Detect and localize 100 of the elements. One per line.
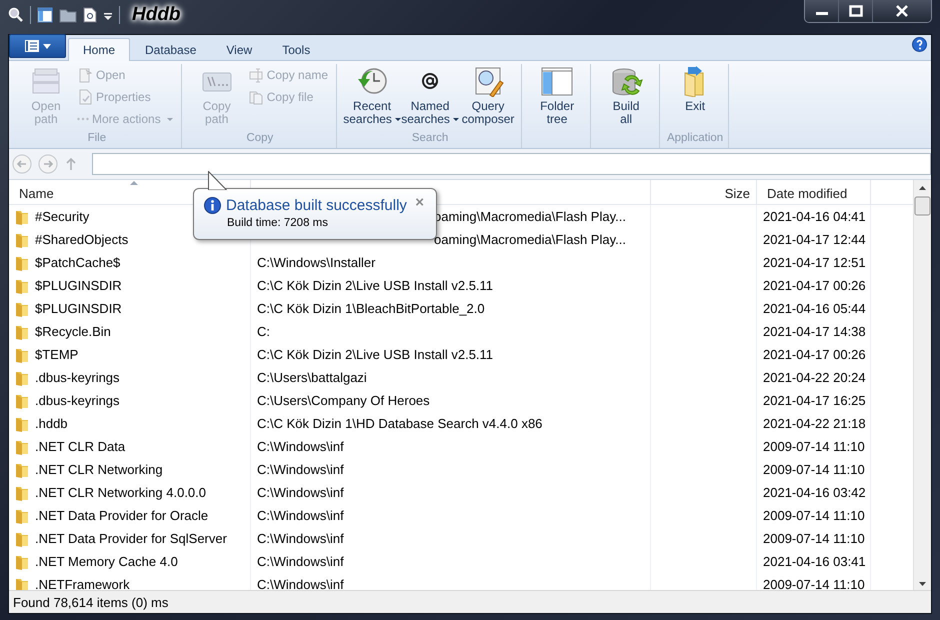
document-search-icon[interactable] xyxy=(83,7,97,23)
folder-icon xyxy=(15,508,29,524)
table-cell: C:\Windows\Installer xyxy=(257,255,376,270)
table-cell: oaming\Macromedia\Flash Play... xyxy=(434,232,626,247)
table-cell: #Security xyxy=(35,209,90,224)
table-cell: 2021-04-16 04:41 xyxy=(763,209,866,224)
table-cell: C:\Users\Company Of Heroes xyxy=(257,393,430,408)
table-cell: 2021-04-16 03:41 xyxy=(763,554,866,569)
ribbon-button[interactable]: Named searches xyxy=(401,64,460,132)
info-icon xyxy=(204,197,221,214)
ribbon-button[interactable]: Build all xyxy=(597,64,656,132)
table-cell: 2009-07-14 11:10 xyxy=(763,462,865,477)
close-icon xyxy=(895,5,909,17)
ellipsis-icon xyxy=(77,117,89,121)
folder-icon xyxy=(15,346,29,362)
column-header[interactable]: Name xyxy=(19,186,54,201)
folder-icon xyxy=(15,300,29,316)
table-cell: 2021-04-17 12:44 xyxy=(763,232,866,247)
table-cell: .dbus-keyrings xyxy=(35,393,120,408)
documents-icon xyxy=(248,89,264,105)
folder-icon xyxy=(15,416,29,432)
group-label: Search xyxy=(410,132,450,146)
table-cell: 2021-04-17 00:26 xyxy=(763,347,866,362)
ribbon-button[interactable]: Exit xyxy=(666,64,724,132)
group-label: Application xyxy=(666,132,724,146)
ribbon-tab[interactable]: Tools xyxy=(267,38,326,61)
folder-icon[interactable] xyxy=(59,7,77,23)
maximize-button[interactable] xyxy=(838,0,872,22)
maximize-icon xyxy=(848,5,862,17)
table-cell: $PLUGINSDIR xyxy=(35,278,122,293)
close-button[interactable] xyxy=(872,0,931,22)
help-icon[interactable] xyxy=(912,37,927,52)
table-cell: 2021-04-17 00:26 xyxy=(763,278,866,293)
table-cell: .NET CLR Networking 4.0.0.0 xyxy=(35,485,206,500)
notification-message: Build time: 7208 ms xyxy=(227,217,329,229)
table-cell: C:\Windows\inf xyxy=(257,508,344,523)
group-label: Copy xyxy=(245,132,274,146)
table-cell: .hddb xyxy=(35,416,68,431)
table-cell: .NET Data Provider for SqlServer xyxy=(35,531,227,546)
ribbon-tab[interactable]: Home xyxy=(68,38,130,61)
table-cell: 2021-04-16 03:42 xyxy=(763,485,866,500)
table-cell: oaming\Macromedia\Flash Play... xyxy=(434,209,626,224)
window-title: Hddb xyxy=(131,4,182,26)
table-cell: C:\Windows\inf xyxy=(257,554,344,569)
table-cell: #SharedObjects xyxy=(35,232,128,247)
text-cursor-icon xyxy=(248,67,264,83)
search-icon[interactable] xyxy=(8,7,24,23)
table-cell: C: xyxy=(257,324,270,339)
table-cell: 2009-07-14 11:10 xyxy=(763,531,865,546)
table-cell: $Recycle.Bin xyxy=(35,324,111,339)
table-cell: .NET Memory Cache 4.0 xyxy=(35,554,178,569)
table-cell: C:\Users\battalgazi xyxy=(257,370,367,385)
column-header[interactable]: Size xyxy=(724,186,750,201)
folder-icon xyxy=(15,370,29,386)
ribbon-button[interactable]: Query composer xyxy=(459,64,518,132)
table-cell: 2021-04-17 16:25 xyxy=(763,393,866,408)
list-icon xyxy=(24,40,38,52)
column-header[interactable]: Date modified xyxy=(767,186,848,201)
table-cell: C:\Windows\inf xyxy=(257,531,344,546)
table-cell: C:\Windows\inf xyxy=(257,485,344,500)
minimize-button[interactable] xyxy=(805,0,838,22)
ribbon-button[interactable]: Folder tree xyxy=(528,64,586,132)
table-cell: 2009-07-14 11:10 xyxy=(763,577,865,590)
table-cell: C:\Windows\inf xyxy=(257,462,344,477)
open-icon xyxy=(77,67,93,83)
folder-icon xyxy=(15,484,29,500)
ribbon-tab[interactable]: Database xyxy=(130,38,212,61)
table-cell: C:\Windows\inf xyxy=(257,577,344,590)
table-cell: 2021-04-22 21:18 xyxy=(763,416,866,431)
folder-icon xyxy=(15,462,29,478)
table-cell: C:\C Kök Dizin 1\HD Database Search v4.4.0 x86 xyxy=(257,416,542,431)
application-menu-button[interactable] xyxy=(9,34,66,58)
table-cell: .dbus-keyrings xyxy=(35,370,120,385)
table-cell: 2009-07-14 11:10 xyxy=(763,439,865,454)
table-cell: .NET CLR Networking xyxy=(35,462,163,477)
folder-icon xyxy=(15,438,29,454)
table-cell: $PatchCache$ xyxy=(35,255,120,270)
notification-title: Database built successfully xyxy=(226,197,407,214)
ribbon-tab[interactable]: View xyxy=(211,38,268,61)
document-check-icon xyxy=(77,89,93,105)
folder-icon xyxy=(15,554,29,570)
table-cell: 2021-04-16 05:44 xyxy=(763,301,866,316)
folder-icon xyxy=(15,392,29,408)
ribbon-button[interactable]: Recent searches xyxy=(343,64,402,132)
folder-icon xyxy=(15,232,29,248)
status-text: Found 78,614 items (0) ms xyxy=(13,594,168,610)
table-cell: 2009-07-14 11:10 xyxy=(763,508,865,523)
table-cell: .NETFramework xyxy=(35,577,130,590)
table-cell: 2021-04-17 12:51 xyxy=(763,255,866,270)
table-cell: C:\C Kök Dizin 1\BleachBitPortable_2.0 xyxy=(257,301,485,316)
table-cell: $PLUGINSDIR xyxy=(35,301,122,316)
table-cell: 2021-04-22 20:24 xyxy=(763,370,866,385)
table-cell: C:\C Kök Dizin 2\Live USB Install v2.5.11 xyxy=(257,278,494,293)
folder-icon xyxy=(15,278,29,294)
folder-icon xyxy=(15,324,29,340)
caret-icon xyxy=(42,44,50,48)
table-cell: C:\C Kök Dizin 2\Live USB Install v2.5.11 xyxy=(257,347,494,362)
table-cell: .NET Data Provider for Oracle xyxy=(35,508,208,523)
group-label: File xyxy=(86,132,108,146)
panel-icon[interactable] xyxy=(37,7,53,23)
